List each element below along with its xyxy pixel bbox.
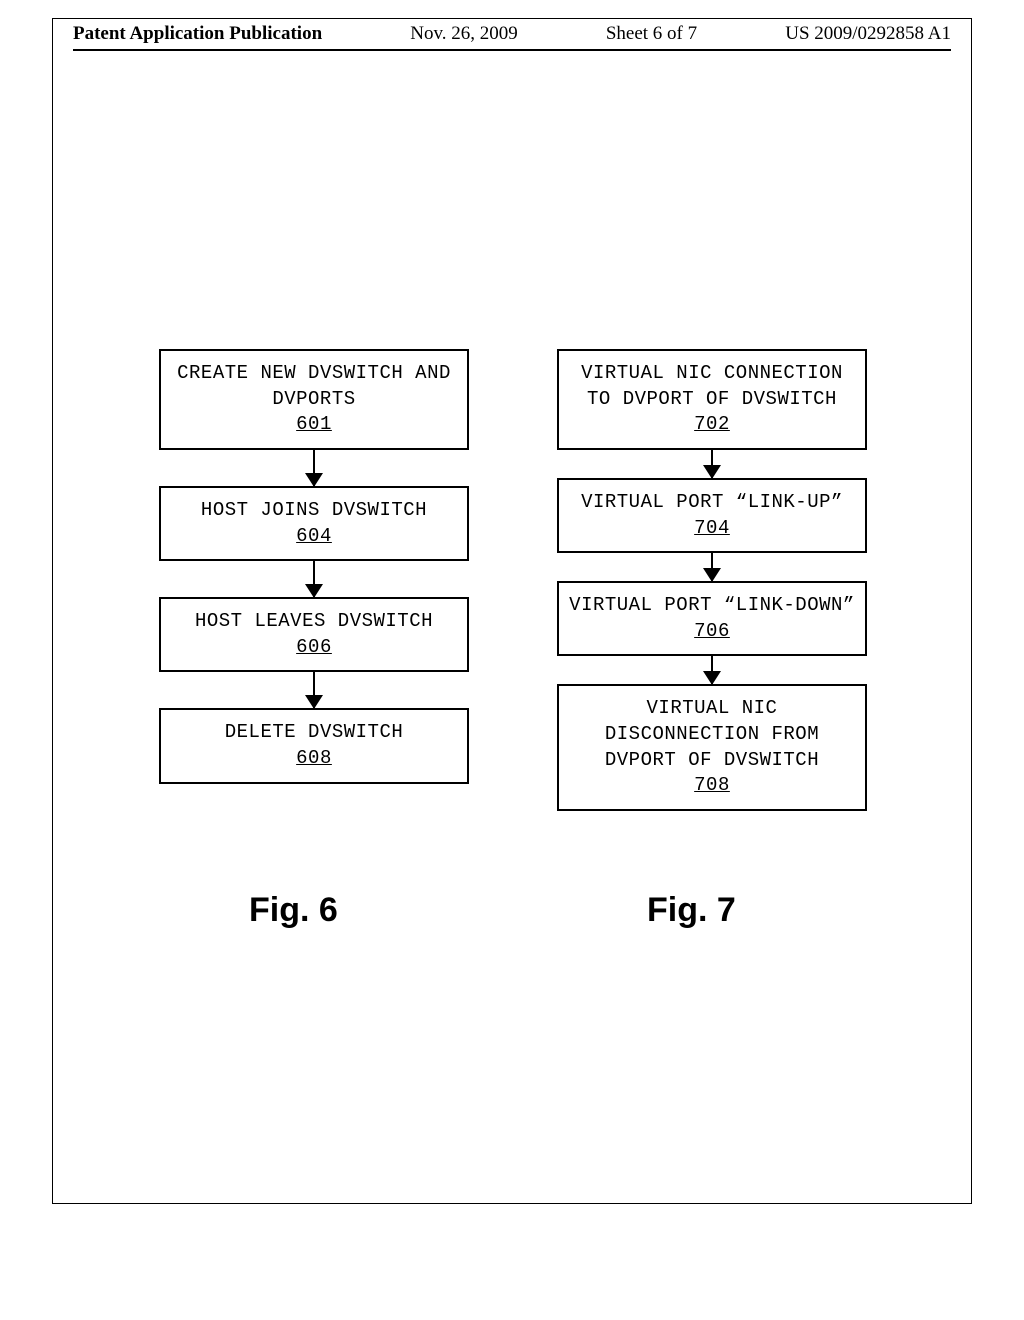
fig7-box-706: VIRTUAL PORT “LINK-DOWN” 706 (557, 581, 867, 656)
fig7-box-704: VIRTUAL PORT “LINK-UP” 704 (557, 478, 867, 553)
arrow-icon (711, 553, 713, 581)
arrow-icon (313, 450, 315, 486)
fig6-caption: Fig. 6 (249, 891, 338, 930)
fig7-box-704-ref: 704 (694, 517, 730, 539)
flowchart-fig7: VIRTUAL NIC CONNECTION TO DVPORT OF DVSW… (557, 349, 867, 811)
page-frame: Patent Application Publication Nov. 26, … (52, 18, 972, 1204)
arrow-icon (711, 656, 713, 684)
fig7-box-708-text: VIRTUAL NIC DISCONNECTION FROM DVPORT OF… (605, 697, 819, 770)
arrow-icon (313, 672, 315, 708)
fig7-box-702-ref: 702 (694, 413, 730, 435)
arrow-icon (313, 561, 315, 597)
fig6-box-604: HOST JOINS DVSWITCH 604 (159, 486, 469, 561)
fig6-box-606-ref: 606 (296, 636, 332, 658)
header-rule (73, 49, 951, 51)
page-header: Patent Application Publication Nov. 26, … (73, 23, 951, 45)
fig7-caption: Fig. 7 (647, 891, 736, 930)
fig7-box-708-ref: 708 (694, 774, 730, 796)
header-date: Nov. 26, 2009 (410, 23, 518, 45)
arrow-icon (711, 450, 713, 478)
fig7-box-702-text: VIRTUAL NIC CONNECTION TO DVPORT OF DVSW… (581, 362, 843, 410)
fig6-box-606: HOST LEAVES DVSWITCH 606 (159, 597, 469, 672)
fig7-box-706-ref: 706 (694, 620, 730, 642)
fig7-box-704-text: VIRTUAL PORT “LINK-UP” (581, 491, 843, 513)
fig7-box-708: VIRTUAL NIC DISCONNECTION FROM DVPORT OF… (557, 684, 867, 811)
fig6-box-608-ref: 608 (296, 747, 332, 769)
fig6-box-601: CREATE NEW DVSWITCH AND DVPORTS 601 (159, 349, 469, 450)
header-title: Patent Application Publication (73, 23, 322, 45)
fig6-box-601-text: CREATE NEW DVSWITCH AND DVPORTS (177, 362, 451, 410)
fig7-box-702: VIRTUAL NIC CONNECTION TO DVPORT OF DVSW… (557, 349, 867, 450)
fig6-box-604-ref: 604 (296, 525, 332, 547)
fig6-box-606-text: HOST LEAVES DVSWITCH (195, 610, 433, 632)
header-pubno: US 2009/0292858 A1 (785, 23, 951, 45)
fig6-box-604-text: HOST JOINS DVSWITCH (201, 499, 427, 521)
fig7-box-706-text: VIRTUAL PORT “LINK-DOWN” (569, 594, 855, 616)
header-sheet: Sheet 6 of 7 (606, 23, 697, 45)
fig6-box-608: DELETE DVSWITCH 608 (159, 708, 469, 783)
flowchart-fig6: CREATE NEW DVSWITCH AND DVPORTS 601 HOST… (159, 349, 469, 784)
fig6-box-601-ref: 601 (296, 413, 332, 435)
fig6-box-608-text: DELETE DVSWITCH (225, 721, 404, 743)
